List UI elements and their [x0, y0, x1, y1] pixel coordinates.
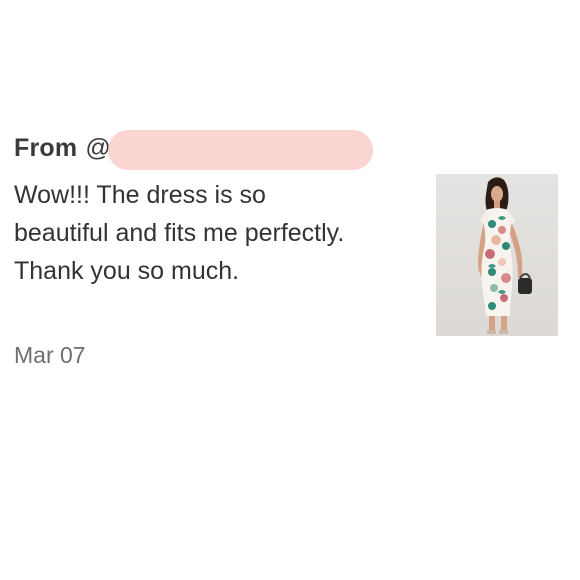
- review-date: Mar 07: [14, 342, 86, 368]
- username-redaction: [108, 130, 373, 170]
- from-label: From: [14, 133, 78, 162]
- review-card: From @ Wow!!! The dress is so beautiful …: [0, 0, 580, 580]
- product-image[interactable]: [436, 174, 558, 336]
- review-author-row: From @: [14, 128, 111, 168]
- from-at-symbol: @: [85, 133, 111, 162]
- floral-dress-photo-icon: [477, 177, 532, 334]
- review-text: Wow!!! The dress is so beautiful and fit…: [14, 181, 345, 285]
